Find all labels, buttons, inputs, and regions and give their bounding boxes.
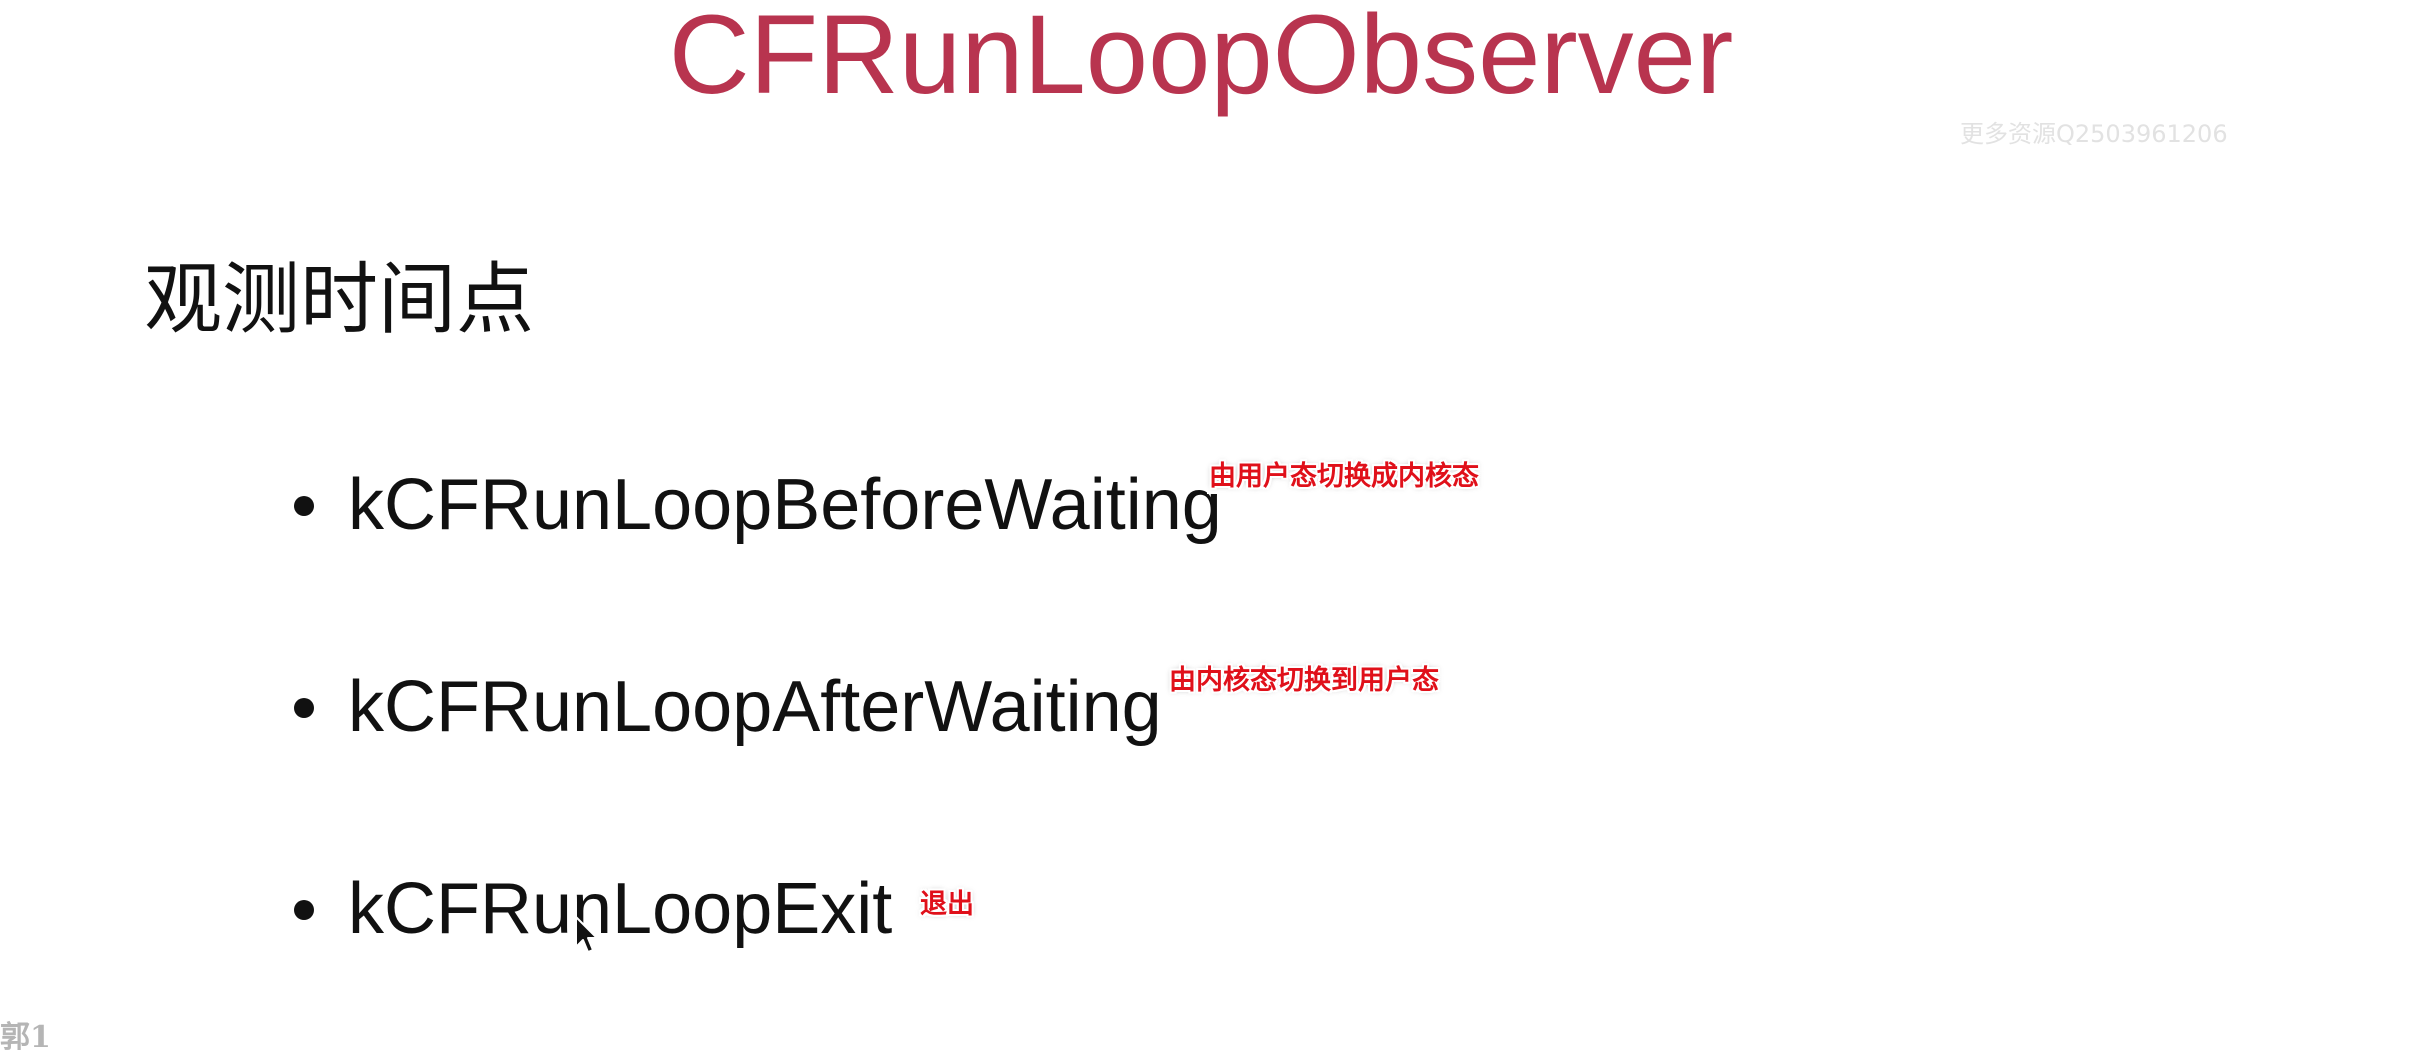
annotation-after-waiting: 由内核态切换到用户态 — [1167, 664, 1441, 698]
slide-title-text: CFRunLoopObserver — [668, 0, 1734, 117]
slide-title: CFRunLoopObserver — [0, 0, 2414, 120]
presentation-slide: CFRunLoopObserver 更多资源Q2503961206 观测时间点 … — [0, 0, 2414, 1056]
footer-mark: 郭1 — [0, 1020, 51, 1055]
mouse-pointer-icon — [575, 916, 598, 953]
section-heading: 观测时间点 — [144, 255, 535, 345]
bullet-text: kCFRunLoopExit — [348, 869, 893, 949]
bullet-text: kCFRunLoopBeforeWaiting — [348, 465, 1222, 545]
annotation-before-waiting: 由用户态切换成内核态 — [1207, 460, 1481, 494]
bullet-dot-icon — [294, 900, 314, 920]
bullet-dot-icon — [294, 496, 314, 516]
annotation-exit: 退出 — [918, 888, 976, 922]
bullet-text: kCFRunLoopAfterWaiting — [348, 667, 1162, 747]
watermark-text: 更多资源Q2503961206 — [1960, 120, 2228, 148]
bullet-dot-icon — [294, 698, 314, 718]
